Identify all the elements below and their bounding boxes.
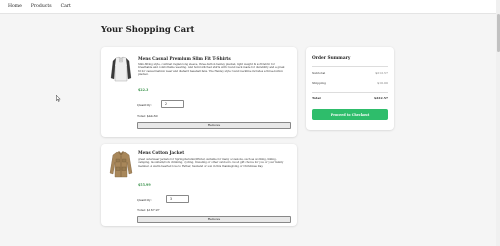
quantity-label: Quantity: [137, 103, 152, 107]
divider [312, 66, 388, 67]
checkout-button[interactable]: Proceed to Checkout [312, 109, 388, 120]
item-total: Total: $167.97 [137, 208, 160, 212]
shipping-row: Shipping $10.00 [312, 81, 388, 85]
item-description: great outerwear jackets for Spring/Autum… [138, 158, 284, 168]
total-row: Total $222.57 [312, 96, 388, 100]
remove-button[interactable]: Remove [137, 216, 291, 223]
quantity-input[interactable] [161, 100, 184, 108]
shipping-label: Shipping [312, 81, 327, 85]
subtotal-row: Subtotal $212.57 [312, 71, 388, 75]
cart-item: Mens Casual Premium Slim Fit T-Shirts Sl… [101, 47, 297, 137]
quantity-input[interactable] [166, 195, 189, 203]
shipping-value: $10.00 [377, 81, 388, 85]
mouse-cursor-icon [56, 87, 61, 106]
tshirt-image [106, 54, 136, 84]
order-summary: Order Summary Subtotal $212.57 Shipping … [306, 47, 394, 130]
total-value: $222.57 [374, 96, 388, 100]
item-title: Mens Cotton Jacket [138, 150, 185, 155]
divider [312, 92, 388, 93]
remove-button[interactable]: Remove [137, 122, 291, 129]
scrollbar-thumb[interactable] [496, 14, 500, 52]
item-total: Total: $44.60 [137, 114, 158, 118]
summary-title: Order Summary [312, 56, 351, 61]
subtotal-label: Subtotal [312, 71, 326, 75]
total-label: Total [312, 96, 321, 100]
page-title: Your Shopping Cart [101, 25, 195, 35]
subtotal-value: $212.57 [375, 71, 388, 75]
quantity-label: Quantity: [137, 198, 152, 202]
item-description: Slim-fitting style, contrast raglan long… [138, 63, 285, 77]
nav-home-link[interactable]: Home [8, 4, 22, 9]
jacket-image [106, 149, 136, 179]
nav-cart-link[interactable]: Cart [61, 4, 71, 9]
item-price: $55.99 [138, 183, 151, 187]
nav-products-link[interactable]: Products [31, 4, 52, 9]
item-title: Mens Casual Premium Slim Fit T-Shirts [138, 56, 231, 61]
top-navigation: Home Products Cart [0, 0, 500, 14]
item-price: $22.3 [138, 88, 149, 92]
cart-item: Mens Cotton Jacket great outerwear jacke… [101, 144, 297, 226]
